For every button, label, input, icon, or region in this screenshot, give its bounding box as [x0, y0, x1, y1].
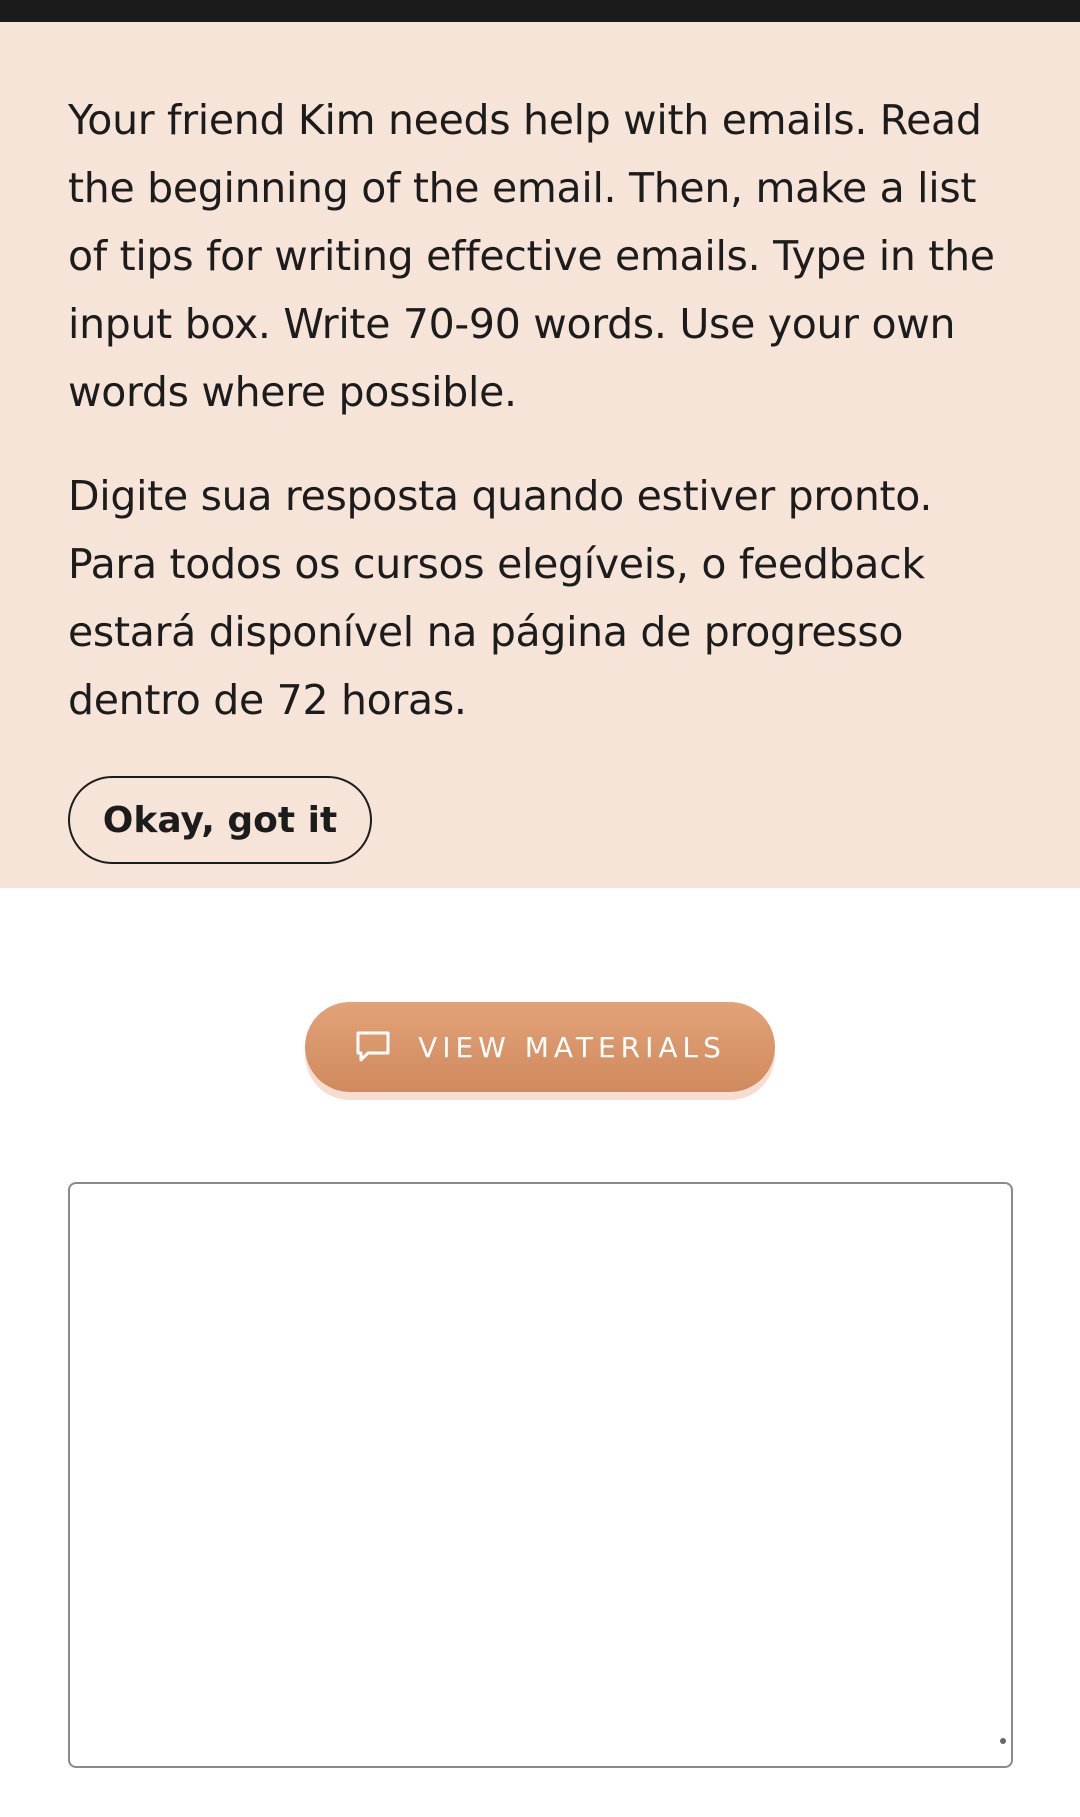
textarea-resize-handle[interactable] — [1000, 1738, 1006, 1744]
instructions-text-portuguese: Digite sua resposta quando estiver pront… — [68, 472, 933, 724]
view-materials-label: VIEW MATERIALS — [418, 1030, 726, 1064]
okay-got-it-button[interactable]: Okay, got it — [68, 776, 372, 864]
status-bar — [0, 0, 1080, 22]
instructions-text-english: Your friend Kim needs help with emails. … — [68, 96, 995, 416]
response-textarea[interactable] — [68, 1182, 1013, 1768]
instructions-panel: Your friend Kim needs help with emails. … — [0, 22, 1080, 888]
chat-bubble-icon — [354, 1028, 392, 1066]
view-materials-button[interactable]: VIEW MATERIALS — [305, 1002, 775, 1092]
